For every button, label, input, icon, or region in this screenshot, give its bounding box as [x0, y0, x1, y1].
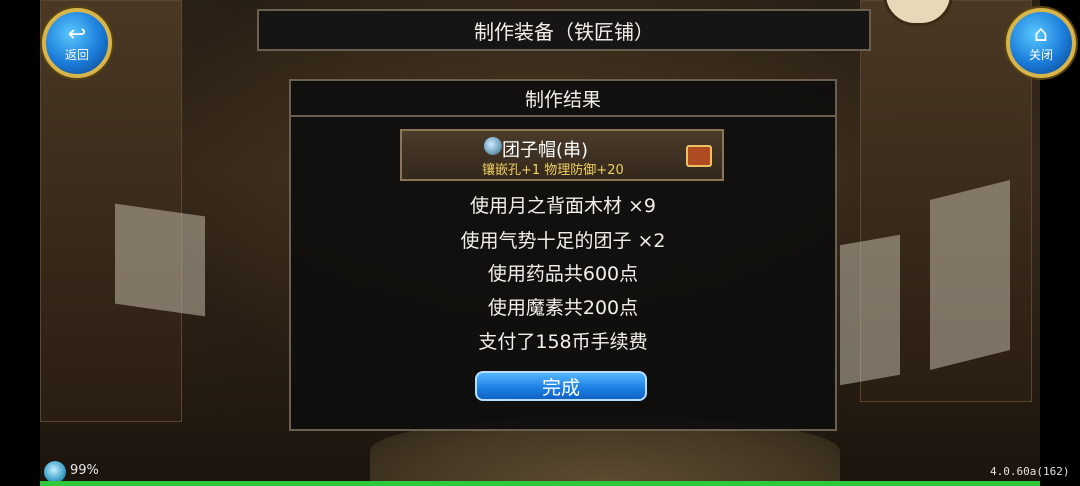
version-label: 4.0.60a(162)	[990, 465, 1070, 478]
back-button[interactable]: ↩ 返回	[42, 8, 112, 78]
chest-icon	[686, 145, 712, 167]
wall-frame-far-right	[930, 180, 1010, 370]
result-line: 使用药品共600点	[487, 263, 639, 285]
progress-bar	[40, 481, 1040, 486]
home-icon: ⌂	[1034, 21, 1048, 47]
battery-level: 99%	[70, 463, 99, 478]
item-icon	[484, 137, 502, 155]
wall-frame-right	[840, 234, 900, 386]
back-label: 返回	[64, 47, 89, 62]
result-panel-title: 制作结果	[291, 81, 835, 117]
result-line: 使用月之背面木材 ×9	[469, 195, 657, 217]
close-label: 关闭	[1028, 47, 1053, 62]
result-line: 使用魔素共200点	[487, 297, 639, 319]
page-title-bar: 制作装备（铁匠铺）	[257, 9, 871, 51]
back-arrow-icon: ↩	[67, 21, 87, 47]
item-stats: 镶嵌孔+1 物理防御+20	[482, 163, 624, 178]
crafted-item-card[interactable]: 团子帽(串) 镶嵌孔+1 物理防御+20	[400, 129, 724, 181]
page-title: 制作装备（铁匠铺）	[474, 19, 654, 44]
done-button[interactable]: 完成	[475, 371, 647, 401]
result-line: 使用气势十足的团子 ×2	[460, 230, 666, 252]
mana-orb-icon	[44, 461, 66, 483]
wall-frame-left	[115, 203, 205, 317]
result-line: 支付了158币手续费	[478, 331, 648, 353]
close-button[interactable]: ⌂ 关闭	[1006, 8, 1076, 78]
result-panel: 制作结果 团子帽(串) 镶嵌孔+1 物理防御+20 使用月之背面木材 ×9 使用…	[289, 79, 837, 431]
